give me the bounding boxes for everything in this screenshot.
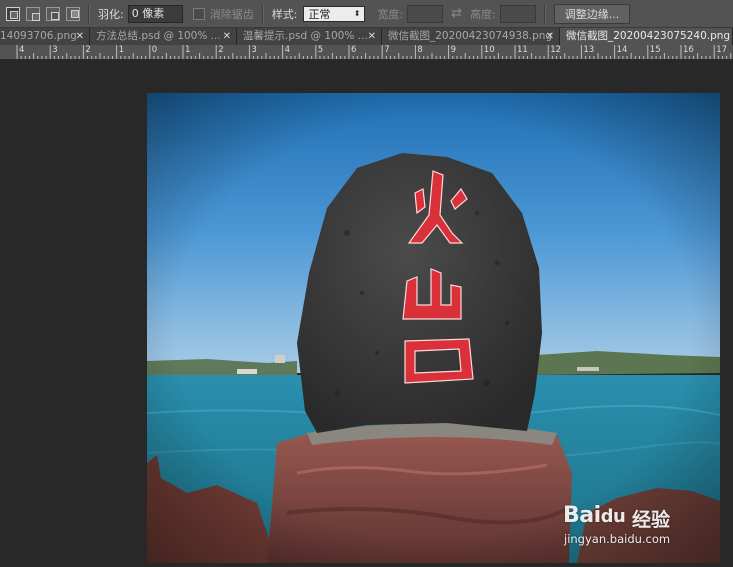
tab-document-active[interactable]: 微信截图_20200423075240.png @	[560, 28, 733, 45]
antialias-label: 消除锯齿	[209, 7, 254, 21]
tab-document-4[interactable]: 微信截图_20200423074938.png ✕	[382, 28, 560, 45]
ruler-label: 12	[550, 45, 562, 55]
ruler-label: 16	[683, 45, 694, 55]
divider	[543, 4, 546, 23]
ruler-label: 4	[19, 45, 25, 55]
ruler-label: 11	[517, 45, 528, 55]
ruler-label: 7	[384, 45, 390, 55]
divider	[88, 4, 90, 23]
ruler-label: 10	[483, 45, 495, 55]
add-to-selection-icon[interactable]	[26, 6, 40, 21]
tab-document-3[interactable]: 温馨提示.psd @ 100% ... ✕	[237, 28, 382, 45]
ruler-label: 1	[185, 45, 191, 55]
ruler-label: 1	[118, 45, 125, 55]
height-input[interactable]	[499, 4, 536, 23]
ruler-label: 9	[450, 45, 457, 55]
close-icon[interactable]: ✕	[76, 28, 84, 45]
tab-label: 方法总结.psd @ 100% ...	[96, 30, 221, 42]
intersect-selection-icon[interactable]	[66, 6, 80, 21]
ruler-label: 2	[218, 45, 224, 55]
ruler-label: 5	[317, 45, 324, 55]
ruler-label: 0	[151, 45, 158, 55]
subtract-from-selection-icon[interactable]	[46, 6, 60, 21]
tab-label: 微信截图_20200423074938.png	[388, 30, 553, 42]
swap-icon[interactable]: ⇄	[451, 6, 462, 21]
ruler-label: 13	[583, 45, 595, 55]
ruler-label: 17	[716, 45, 728, 55]
tab-label: 微信截图_20200423075240.png @	[566, 30, 733, 42]
chevron-updown-icon: ⬍	[353, 9, 361, 18]
ruler-label: 15	[649, 45, 661, 55]
close-icon[interactable]: ✕	[546, 28, 554, 45]
document-tab-bar: 14093706.png ✕ 方法总结.psd @ 100% ... ✕ 温馨提…	[0, 28, 733, 46]
width-input[interactable]	[407, 4, 444, 23]
ruler-label: 8	[417, 45, 423, 55]
new-selection-icon[interactable]	[6, 6, 20, 21]
options-bar: 羽化: 0 像素 消除锯齿 样式: 正常 ⬍ 宽度: ⇄ 高度: 调整边缘...	[0, 0, 733, 28]
ruler-label: 2	[85, 45, 91, 55]
tab-document-1[interactable]: 14093706.png ✕	[0, 28, 90, 45]
close-icon[interactable]: ✕	[368, 28, 376, 45]
refine-edge-button[interactable]: 调整边缘...	[553, 3, 631, 24]
ruler-label: 14	[616, 45, 628, 55]
ruler-label: 3	[52, 45, 58, 55]
style-dropdown[interactable]: 正常 ⬍	[303, 5, 366, 22]
tab-label: 14093706.png	[0, 30, 77, 42]
document-image[interactable]	[147, 93, 720, 563]
ruler-label: 6	[351, 45, 357, 55]
tab-label: 温馨提示.psd @ 100% ...	[243, 30, 368, 42]
feather-label: 羽化:	[98, 7, 124, 21]
volcano-stone-photo	[147, 93, 720, 563]
antialias-checkbox[interactable]	[192, 7, 205, 20]
close-icon[interactable]: ✕	[223, 28, 231, 45]
style-label: 样式:	[271, 7, 298, 21]
divider	[261, 4, 264, 23]
ruler-label: 4	[284, 45, 291, 55]
ruler-label: 3	[251, 45, 257, 55]
width-label: 宽度:	[377, 7, 404, 21]
horizontal-ruler: 4 3 2 1 0 1 2 3 4 5 6 7 8 9 10 11 12 13 14 15 16 17	[0, 45, 733, 60]
style-value: 正常	[308, 7, 331, 21]
tab-document-2[interactable]: 方法总结.psd @ 100% ... ✕	[90, 28, 237, 45]
feather-input[interactable]: 0 像素	[127, 4, 183, 23]
height-label: 高度:	[470, 7, 496, 21]
